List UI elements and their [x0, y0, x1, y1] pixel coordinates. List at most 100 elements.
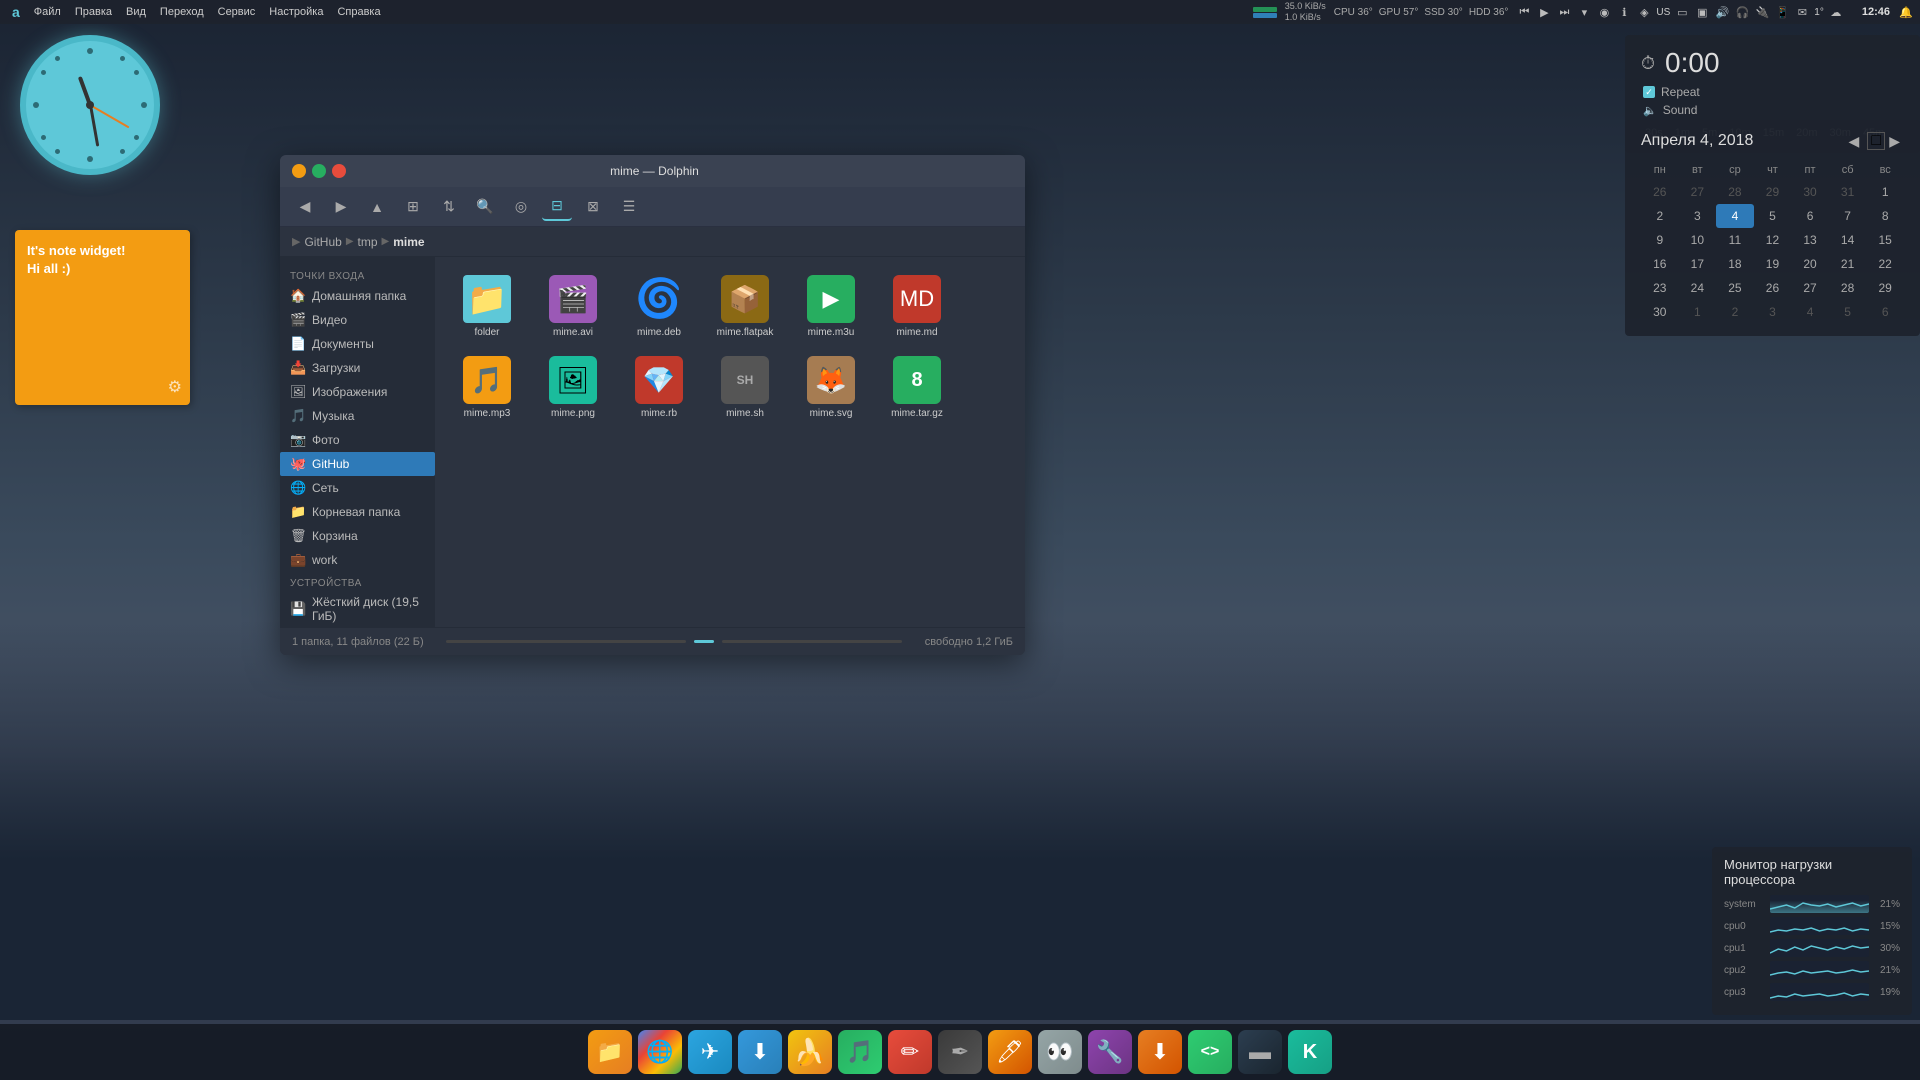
dock-item-stylus[interactable]: 🖊 [988, 1030, 1032, 1074]
cal-day[interactable]: 25 [1716, 276, 1754, 300]
dock-item-downloader[interactable]: ⬇ [1138, 1030, 1182, 1074]
dock-item-editor[interactable]: ✏ [888, 1030, 932, 1074]
cal-day[interactable]: 16 [1641, 252, 1679, 276]
menu-file[interactable]: Файл [28, 6, 67, 18]
dock-item-file-manager[interactable]: 📁 [588, 1030, 632, 1074]
cal-day[interactable]: 14 [1829, 228, 1867, 252]
file-item-avi[interactable]: 🎬 mime.avi [533, 269, 613, 344]
menu-settings[interactable]: Настройка [263, 6, 329, 18]
file-item-targz[interactable]: 8 mime.tar.gz [877, 350, 957, 425]
file-item-flatpak[interactable]: 📦 mime.flatpak [705, 269, 785, 344]
dock-item-chrome[interactable]: 🌐 [638, 1030, 682, 1074]
file-item-svg[interactable]: 🦊 mime.svg [791, 350, 871, 425]
cal-day[interactable]: 7 [1829, 204, 1867, 228]
grid-view-button[interactable]: ⊞ [398, 193, 428, 221]
battery-icon[interactable]: 🔌 [1754, 4, 1770, 20]
cal-day[interactable]: 24 [1679, 276, 1717, 300]
calendar-prev-button[interactable]: ◀ [1844, 133, 1863, 150]
cal-day[interactable]: 26 [1754, 276, 1792, 300]
window-minimize-button[interactable]: ─ [292, 164, 306, 178]
cal-day[interactable]: 30 [1791, 180, 1829, 204]
dock-item-wrenchy[interactable]: 🔧 [1088, 1030, 1132, 1074]
note-settings-button[interactable]: ⚙ [168, 377, 182, 397]
sidebar-item-documents[interactable]: 📄 Документы [280, 332, 435, 356]
sort-button[interactable]: ⇅ [434, 193, 464, 221]
cal-day[interactable]: 29 [1754, 180, 1792, 204]
file-item-md[interactable]: MD mime.md [877, 269, 957, 344]
cal-day[interactable]: 27 [1679, 180, 1717, 204]
file-item-folder[interactable]: 📁 folder [447, 269, 527, 344]
cal-day[interactable]: 1 [1866, 180, 1904, 204]
cal-day[interactable]: 20 [1791, 252, 1829, 276]
screen-icon[interactable]: ▭ [1674, 4, 1690, 20]
breadcrumb-mime[interactable]: mime [393, 235, 424, 249]
rss-icon[interactable]: ◉ [1596, 4, 1612, 20]
dock-item-inkscape[interactable]: ✒ [938, 1030, 982, 1074]
play-icon[interactable]: ▶ [1536, 4, 1552, 20]
weather-icon[interactable]: ☁ [1828, 4, 1844, 20]
sidebar-item-downloads[interactable]: 📥 Загрузки [280, 356, 435, 380]
sidebar-item-music[interactable]: 🎵 Музыка [280, 404, 435, 428]
cal-day[interactable]: 28 [1829, 276, 1867, 300]
timer-sound-option[interactable]: 🔈 Sound [1643, 103, 1904, 117]
cal-day[interactable]: 9 [1641, 228, 1679, 252]
sidebar-item-hdd[interactable]: 💾 Жёсткий диск (19,5 ГиБ) [280, 591, 435, 627]
scroll-thumb[interactable] [694, 640, 714, 643]
calendar-next-button[interactable]: ▶ [1885, 133, 1904, 150]
menu-help[interactable]: Справка [331, 6, 386, 18]
headset-icon[interactable]: 🎧 [1734, 4, 1750, 20]
dock-item-kde[interactable]: K [1288, 1030, 1332, 1074]
file-item-m3u[interactable]: ▶ mime.m3u [791, 269, 871, 344]
sidebar-item-network[interactable]: 🌐 Сеть [280, 476, 435, 500]
breadcrumb-tmp[interactable]: tmp [358, 235, 378, 249]
cal-day[interactable]: 3 [1679, 204, 1717, 228]
cal-day[interactable]: 29 [1866, 276, 1904, 300]
cal-day[interactable]: 5 [1829, 300, 1867, 324]
calendar-expand-button[interactable]: □ [1867, 132, 1885, 150]
search-button[interactable]: 🔍 [470, 193, 500, 221]
menu-view[interactable]: Вид [120, 6, 152, 18]
sidebar-item-trash[interactable]: 🗑 Корзина [280, 524, 435, 548]
cal-day[interactable]: 2 [1641, 204, 1679, 228]
sidebar-item-root[interactable]: 📁 Корневая папка [280, 500, 435, 524]
breadcrumb-github[interactable]: GitHub [304, 235, 341, 249]
cal-day[interactable]: 11 [1716, 228, 1754, 252]
system-clock[interactable]: 12:46 [1854, 6, 1890, 18]
sidebar-item-photos[interactable]: 📷 Фото [280, 428, 435, 452]
cal-day[interactable]: 19 [1754, 252, 1792, 276]
cal-day[interactable]: 6 [1791, 204, 1829, 228]
sidebar-item-work[interactable]: 💼 work [280, 548, 435, 572]
file-item-rb[interactable]: 💎 mime.rb [619, 350, 699, 425]
volume-icon[interactable]: 🔊 [1714, 4, 1730, 20]
monitor-icon[interactable]: ▣ [1694, 4, 1710, 20]
notifications-icon[interactable]: 🔔 [1898, 4, 1914, 20]
phone-icon[interactable]: 📱 [1774, 4, 1790, 20]
repeat-checkbox[interactable]: ✓ [1643, 86, 1655, 98]
timer-repeat-option[interactable]: ✓ Repeat [1643, 85, 1904, 99]
cal-day[interactable]: 28 [1716, 180, 1754, 204]
window-maximize-button[interactable]: □ [312, 164, 326, 178]
email-icon[interactable]: ✉ [1794, 4, 1810, 20]
dock-item-code[interactable]: <> [1188, 1030, 1232, 1074]
app-menu-button[interactable]: а [6, 4, 26, 20]
skip-icon[interactable]: ⏭ [1556, 4, 1572, 20]
cal-day[interactable]: 31 [1829, 180, 1867, 204]
dock-item-banana[interactable]: 🍌 [788, 1030, 832, 1074]
up-button[interactable]: ▲ [362, 193, 392, 221]
menu-service[interactable]: Сервис [212, 6, 262, 18]
cal-day[interactable]: 4 [1791, 300, 1829, 324]
info-icon[interactable]: ℹ [1616, 4, 1632, 20]
dock-item-qbittorrent[interactable]: ⬇ [738, 1030, 782, 1074]
window-close-button[interactable]: ✕ [332, 164, 346, 178]
cal-day[interactable]: 13 [1791, 228, 1829, 252]
cal-day[interactable]: 3 [1754, 300, 1792, 324]
dock-item-eyes[interactable]: 👀 [1038, 1030, 1082, 1074]
cal-day[interactable]: 22 [1866, 252, 1904, 276]
cal-day[interactable]: 10 [1679, 228, 1717, 252]
sidebar-item-home[interactable]: 🏠 Домашняя папка [280, 284, 435, 308]
cal-day[interactable]: 17 [1679, 252, 1717, 276]
filter-button[interactable]: ◎ [506, 193, 536, 221]
sidebar-item-video[interactable]: 🎬 Видео [280, 308, 435, 332]
menu-go[interactable]: Переход [154, 6, 210, 18]
menu-edit[interactable]: Правка [69, 6, 118, 18]
